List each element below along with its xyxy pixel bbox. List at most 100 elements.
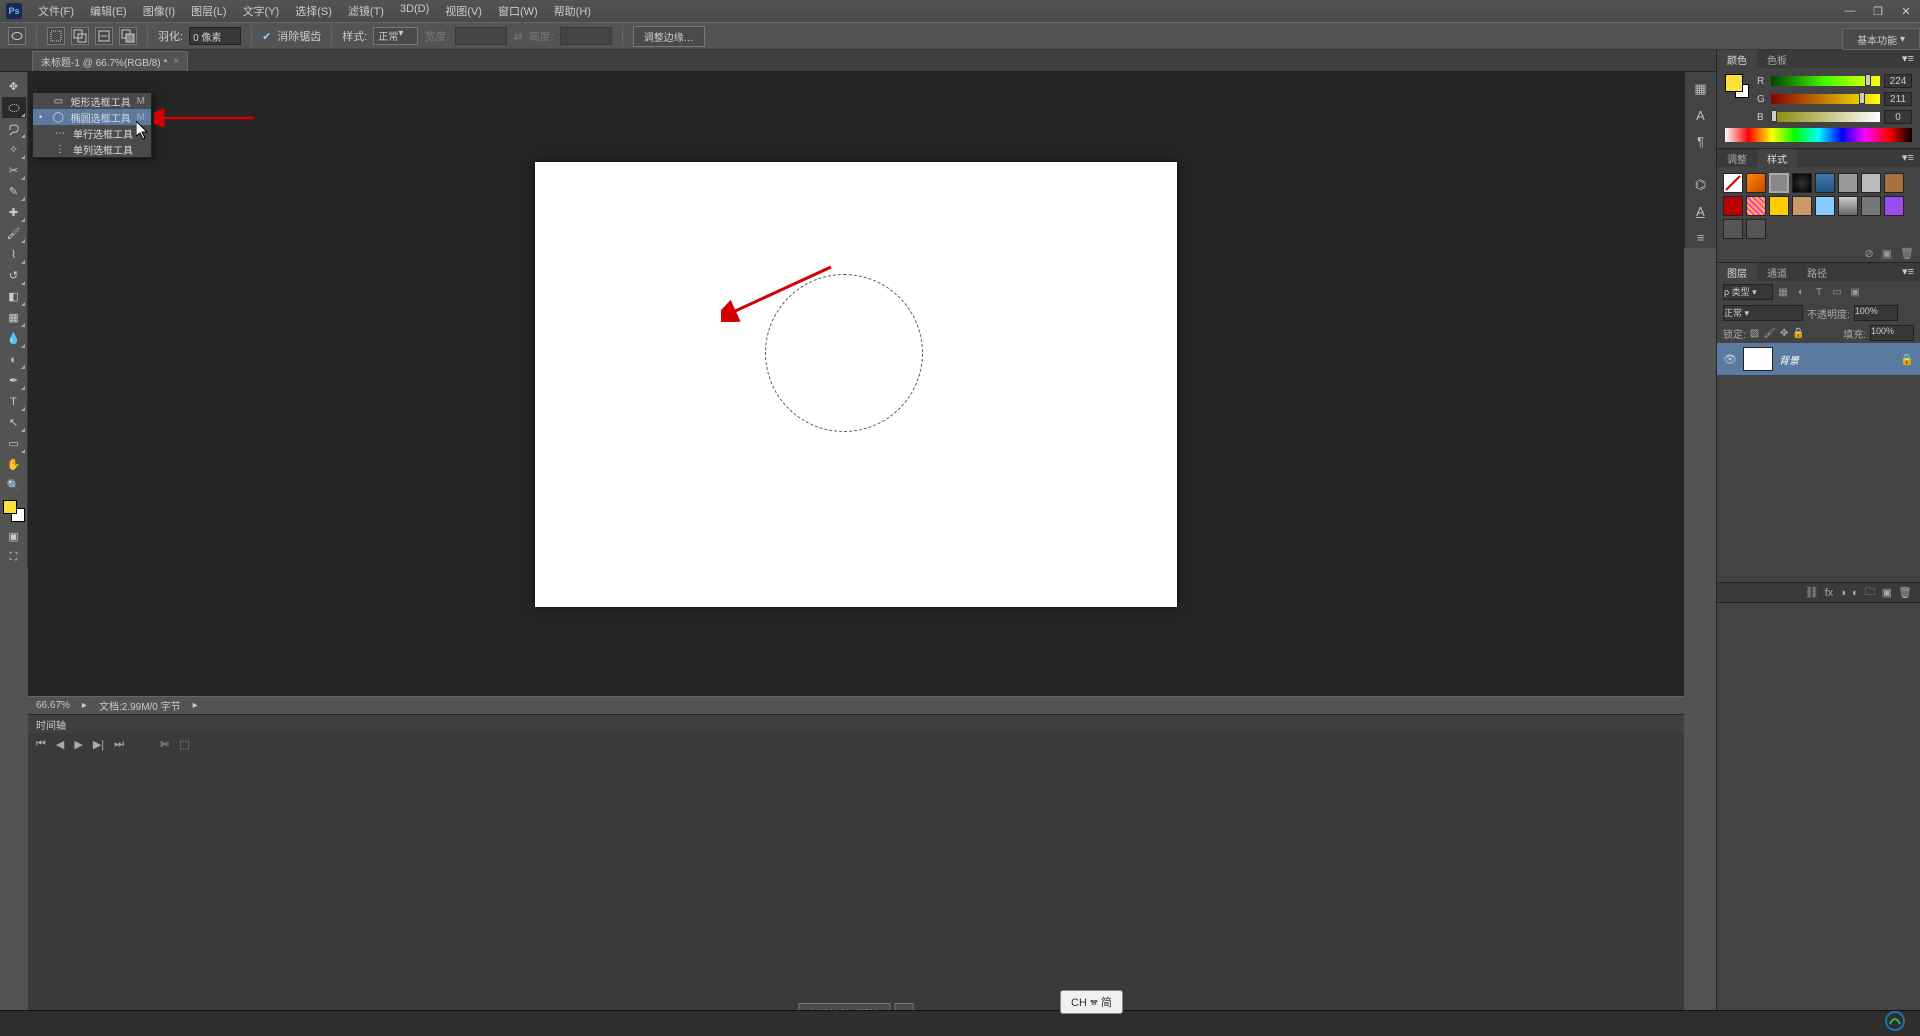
style-swatch[interactable] [1861,173,1881,193]
filter-shape-icon[interactable]: ▭ [1830,285,1844,299]
visibility-icon[interactable]: 👁 [1723,353,1737,366]
tab-paths[interactable]: 路径 [1797,263,1837,281]
new-layer-icon[interactable]: ▣ [1882,586,1892,599]
style-swatch[interactable] [1723,173,1743,193]
styles-new-icon[interactable]: ▣ [1882,247,1892,260]
eraser-tool[interactable]: ◧ [2,286,26,307]
minimize-button[interactable]: — [1838,3,1862,19]
menu-help[interactable]: 帮助(H) [546,0,599,22]
menu-layer[interactable]: 图层(L) [183,0,234,22]
style-swatch[interactable] [1769,196,1789,216]
history-panel-icon[interactable]: ▦ [1690,78,1712,100]
tab-color[interactable]: 颜色 [1717,50,1757,68]
feather-input[interactable] [189,27,241,45]
lock-all-icon[interactable]: 🔒 [1792,328,1804,339]
style-swatch[interactable] [1746,196,1766,216]
character-panel-icon[interactable]: A [1690,104,1712,126]
style-swatch[interactable] [1792,173,1812,193]
magic-wand-tool[interactable]: ✧ [2,139,26,160]
layer-fx-icon[interactable]: fx [1825,587,1834,599]
layer-row-background[interactable]: 👁 背景 🔒 [1717,343,1920,375]
tab-adjust[interactable]: 调整 [1717,149,1757,167]
refine-edge-button[interactable]: 调整边缘… [633,26,705,47]
tab-layers[interactable]: 图层 [1717,263,1757,281]
selection-add-icon[interactable] [71,27,89,45]
styles-delete-icon[interactable]: 🗑 [1900,247,1914,260]
menu-select[interactable]: 选择(S) [287,0,340,22]
timeline-tab[interactable]: 时间轴 [28,715,1684,733]
document-tab[interactable]: 未标题-1 @ 66.7%(RGB/8) * × [32,51,188,71]
lock-pixels-icon[interactable]: 🖌 [1763,328,1776,339]
style-swatch[interactable] [1746,173,1766,193]
menu-filter[interactable]: 滤镜(T) [340,0,392,22]
layer-thumbnail[interactable] [1743,347,1773,371]
characterstyle-panel-icon[interactable]: A [1690,200,1712,222]
style-swatch[interactable] [1884,196,1904,216]
tab-swatches[interactable]: 色板 [1757,50,1797,68]
menu-image[interactable]: 图像(I) [135,0,183,22]
maximize-button[interactable]: ❐ [1866,3,1890,19]
style-swatch[interactable] [1884,173,1904,193]
zoom-flyout-icon[interactable]: ▸ [82,700,87,711]
style-swatch[interactable] [1769,173,1789,193]
fgbg-swatch[interactable] [1725,74,1749,98]
menu-file[interactable]: 文件(F) [30,0,82,22]
menu-view[interactable]: 视图(V) [437,0,490,22]
tl-play-icon[interactable]: ▶ [74,738,82,751]
r-slider[interactable] [1771,76,1880,86]
healing-tool[interactable]: ✚ [2,202,26,223]
selection-subtract-icon[interactable] [95,27,113,45]
layer-mask-icon[interactable]: ◑ [1839,587,1846,599]
style-swatch[interactable] [1723,196,1743,216]
doc-info-flyout-icon[interactable]: ▸ [193,700,198,711]
brush-tool[interactable]: 🖌 [2,223,26,244]
r-value[interactable] [1884,74,1912,88]
quickmask-tool[interactable]: ▣ [2,526,26,547]
layer-filter-select[interactable]: ρ 类型 ▾ [1723,284,1773,300]
fill-input[interactable]: 100% [1870,325,1914,341]
canvas-viewport[interactable] [28,72,1684,710]
selection-intersect-icon[interactable] [119,27,137,45]
shape-tool[interactable]: ▭ [2,433,26,454]
flyout-col-marquee[interactable]: ⋮ 单列选框工具 [33,141,151,157]
g-slider[interactable] [1771,94,1880,104]
tab-styles[interactable]: 样式 [1757,149,1797,167]
tl-first-icon[interactable]: ⏮ [36,738,46,751]
marquee-tool[interactable] [2,97,26,118]
filter-pixel-icon[interactable]: ▦ [1776,285,1790,299]
color-swatches[interactable] [3,500,25,522]
stamp-tool[interactable]: ⌇ [2,244,26,265]
tl-next-icon[interactable]: ▶| [93,738,104,751]
screenmode-tool[interactable]: ⛶ [2,547,26,568]
delete-layer-icon[interactable]: 🗑 [1898,586,1912,599]
g-value[interactable] [1884,92,1912,106]
close-window-button[interactable]: ✕ [1894,3,1918,19]
zoom-tool[interactable]: 🔍 [2,475,26,496]
panel-menu-icon[interactable]: ▾≡ [1896,263,1920,281]
path-select-tool[interactable]: ↖ [2,412,26,433]
flyout-rectangle-marquee[interactable]: ▭ 矩形选框工具 M [33,93,151,109]
style-swatch[interactable] [1792,196,1812,216]
hand-tool[interactable]: ✋ [2,454,26,475]
tab-channels[interactable]: 通道 [1757,263,1797,281]
menu-edit[interactable]: 编辑(E) [82,0,135,22]
style-swatch[interactable] [1861,196,1881,216]
tl-last-icon[interactable]: ⏭ [114,738,124,751]
antialias-checkbox[interactable]: ✔ [262,30,271,43]
style-swatch[interactable] [1815,173,1835,193]
filter-adjust-icon[interactable]: ◐ [1794,285,1808,299]
flyout-row-marquee[interactable]: ⋯ 单行选框工具 [33,125,151,141]
b-value[interactable] [1884,110,1912,124]
link-layers-icon[interactable]: ⛓ [1805,586,1819,599]
flyout-ellipse-marquee[interactable]: • ◯ 椭圆选框工具 M [33,109,151,125]
type-tool[interactable]: T [2,391,26,412]
dodge-tool[interactable]: ◐ [2,349,26,370]
lasso-tool[interactable] [2,118,26,139]
style-swatch[interactable] [1815,196,1835,216]
spectrum-ramp[interactable] [1725,128,1912,142]
close-tab-icon[interactable]: × [173,56,179,67]
lock-transparent-icon[interactable]: ▨ [1750,328,1759,339]
history-brush-tool[interactable]: ↺ [2,265,26,286]
canvas[interactable] [535,162,1177,607]
lock-position-icon[interactable]: ✥ [1780,328,1788,339]
